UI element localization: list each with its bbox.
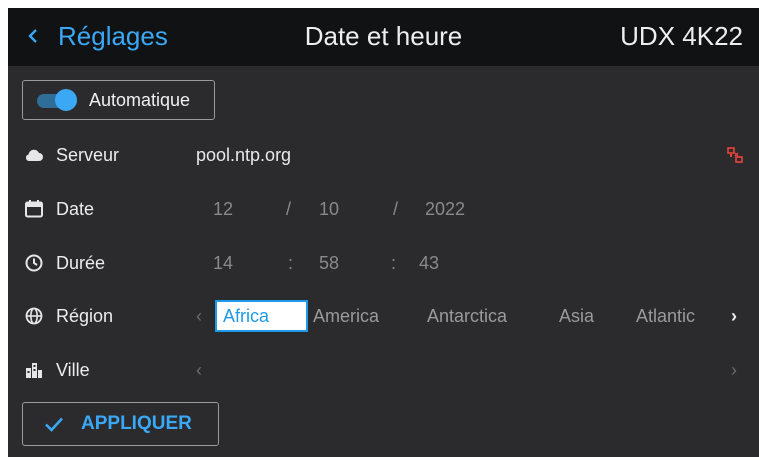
automatic-toggle-button[interactable]: Automatique	[22, 80, 215, 120]
cloud-icon	[25, 149, 43, 161]
time-separator: :	[288, 253, 294, 273]
time-row: Durée 14 : 58 : 43	[8, 243, 759, 283]
date-row: Date 12 / 10 / 2022	[8, 189, 759, 229]
region-label: Région	[56, 306, 114, 326]
time-label: Durée	[56, 253, 106, 273]
server-row: Serveur pool.ntp.org	[8, 135, 759, 175]
city-row: Ville ‹ ›	[8, 350, 759, 390]
region-option-america[interactable]: America	[313, 300, 379, 332]
region-next-arrow[interactable]: ›	[731, 296, 737, 336]
date-day-field[interactable]: 12	[213, 189, 233, 229]
region-option-africa[interactable]: Africa	[215, 300, 308, 332]
switch-knob	[55, 89, 77, 111]
network-disconnected-icon	[727, 147, 743, 163]
region-option-antarctica[interactable]: Antarctica	[427, 300, 507, 332]
time-hours-field[interactable]: 14	[213, 243, 233, 283]
city-icon	[26, 363, 42, 378]
check-icon	[45, 417, 63, 432]
server-input[interactable]: pool.ntp.org	[196, 135, 291, 175]
time-minutes-field[interactable]: 58	[319, 243, 339, 283]
server-label: Serveur	[56, 145, 120, 165]
globe-icon	[25, 307, 43, 325]
region-row: Région ‹ Africa America Antarctica Asia …	[8, 296, 759, 336]
region-option-asia[interactable]: Asia	[559, 300, 594, 332]
clock-icon	[25, 254, 43, 272]
header-bar: Réglages Date et heure UDX 4K22	[8, 8, 759, 66]
time-seconds-field[interactable]: 43	[419, 243, 439, 283]
region-prev-arrow[interactable]: ‹	[196, 296, 202, 336]
region-option-atlantic[interactable]: Atlantic	[636, 300, 695, 332]
device-name: UDX 4K22	[620, 21, 743, 51]
city-label: Ville	[56, 360, 90, 380]
date-month-field[interactable]: 10	[319, 189, 339, 229]
city-prev-arrow[interactable]: ‹	[196, 350, 202, 390]
date-year-field[interactable]: 2022	[425, 189, 465, 229]
calendar-icon	[25, 200, 43, 218]
date-time-screen: Réglages Date et heure UDX 4K22 Automati…	[8, 8, 759, 457]
apply-button[interactable]: APPLIQUER	[22, 402, 219, 446]
date-separator: /	[393, 199, 399, 219]
date-label: Date	[56, 199, 95, 219]
time-separator: :	[391, 253, 397, 273]
city-next-arrow[interactable]: ›	[731, 350, 737, 390]
automatic-label: Automatique	[89, 89, 191, 110]
date-separator: /	[286, 199, 292, 219]
automatic-switch[interactable]	[35, 89, 79, 111]
apply-label: APPLIQUER	[81, 413, 192, 434]
